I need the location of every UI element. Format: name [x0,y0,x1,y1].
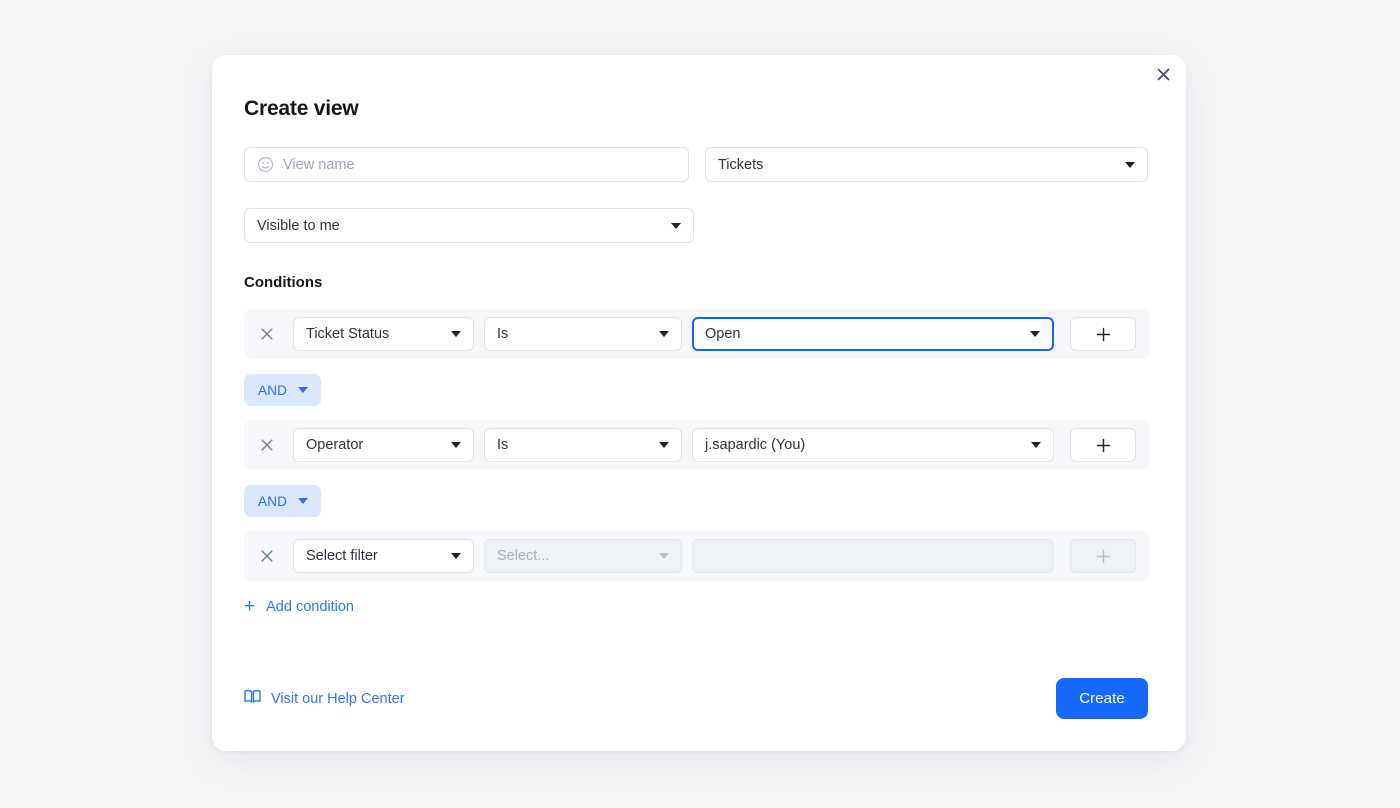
chevron-down-icon [1125,161,1135,168]
view-name-input[interactable]: View name [244,147,689,182]
condition-filter-select[interactable]: Ticket Status [293,317,474,351]
add-condition-button[interactable]: + Add condition [244,597,354,616]
chevron-down-icon [451,331,461,337]
condition-operator-select[interactable]: Is [484,428,682,462]
table-row: Operator Is j.sapardic (You) [244,420,1150,470]
condition-operator-value: Is [497,437,509,453]
page-title: Create view [244,97,359,120]
table-row: Ticket Status Is Open [244,309,1150,359]
create-button[interactable]: Create [1056,678,1148,719]
modal-footer: Visit our Help Center Create [244,678,1148,719]
chevron-down-icon [659,553,669,559]
condition-operator-placeholder: Select... [497,548,550,564]
module-select-value: Tickets [717,156,764,173]
condition-join-select[interactable]: AND [244,485,322,517]
table-row: Select filter Select... [244,531,1150,581]
condition-value-input [692,539,1054,573]
help-center-label: Visit our Help Center [271,690,405,707]
chevron-down-icon [659,331,669,337]
remove-condition-button[interactable] [257,324,277,344]
condition-filter-select[interactable]: Operator [293,428,474,462]
help-center-link[interactable]: Visit our Help Center [244,689,405,708]
smiley-icon[interactable] [257,156,274,173]
book-icon [244,689,261,708]
chevron-down-icon [671,222,681,229]
chevron-down-icon [659,442,669,448]
module-select[interactable]: Tickets [704,147,1148,182]
close-icon[interactable] [1150,61,1176,87]
visibility-select-value: Visible to me [257,217,340,234]
remove-condition-button[interactable] [257,546,277,566]
chevron-down-icon [298,387,309,393]
create-view-modal: Create view View name Tickets Visible to… [212,55,1186,751]
condition-value-select[interactable]: Open [692,317,1054,351]
view-name-placeholder: View name [283,156,355,173]
condition-join-select[interactable]: AND [244,374,322,406]
remove-condition-button[interactable] [257,435,277,455]
condition-filter-value: Ticket Status [306,326,390,342]
condition-join-label: AND [258,493,288,509]
condition-filter-select[interactable]: Select filter [293,539,474,573]
conditions-heading: Conditions [244,274,323,291]
condition-value-value: Open [705,326,741,342]
chevron-down-icon [451,442,461,448]
form-row-visibility: Visible to me [244,208,1148,243]
add-condition-row-button[interactable] [1070,428,1136,462]
condition-join-1: AND [244,359,1148,420]
add-condition-label: Add condition [266,598,354,615]
plus-icon: + [244,596,256,617]
condition-join-label: AND [258,382,288,398]
condition-operator-value: Is [497,326,509,342]
chevron-down-icon [1030,331,1040,337]
add-condition-row-button[interactable] [1070,317,1136,351]
condition-filter-value: Operator [306,437,364,453]
chevron-down-icon [298,498,309,504]
chevron-down-icon [451,553,461,559]
chevron-down-icon [1031,442,1041,448]
form-row-primary: View name Tickets [244,147,1148,182]
condition-join-2: AND [244,470,1148,531]
condition-filter-placeholder: Select filter [306,548,378,564]
condition-operator-select[interactable]: Is [484,317,682,351]
visibility-select[interactable]: Visible to me [244,208,694,243]
condition-operator-select: Select... [484,539,682,573]
condition-value-value: j.sapardic (You) [705,437,806,453]
condition-value-select[interactable]: j.sapardic (You) [692,428,1054,462]
add-condition-row-button [1070,539,1136,573]
